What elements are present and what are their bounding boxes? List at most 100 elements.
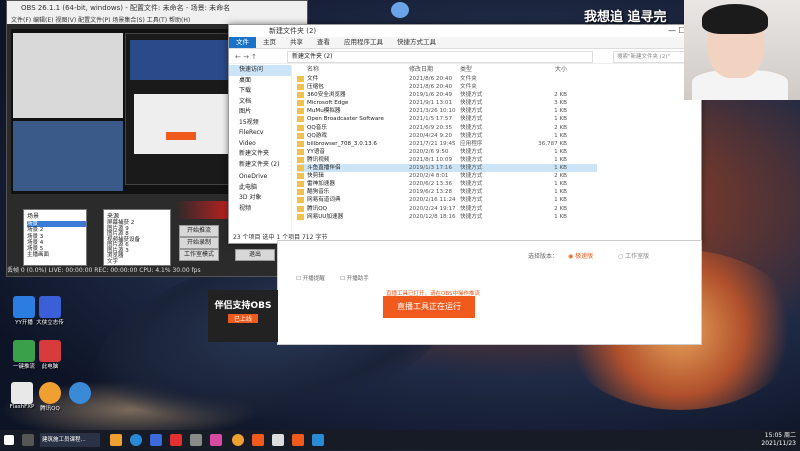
file-row[interactable]: QQ音乐 2021/6/9 20:35 快捷方式 2 KB: [297, 124, 597, 132]
start-recording-button[interactable]: 开始录制: [179, 237, 219, 249]
exit-button[interactable]: 退出: [235, 249, 275, 261]
file-type: 快捷方式: [460, 173, 483, 180]
app-icon[interactable]: [312, 434, 324, 446]
file-size: 36,787 KB: [538, 140, 567, 147]
source-item[interactable]: 文字: [107, 259, 170, 266]
file-row[interactable]: QQ游戏 2020/4/24 9:20 快捷方式 1 KB: [297, 132, 597, 140]
desktop-icon-computer[interactable]: 此电脑: [32, 340, 68, 370]
obs-ad[interactable]: 伴侣支持OBS 已上线: [208, 290, 278, 342]
file-date: 2021/1/5 17:57: [409, 116, 453, 123]
sidebar-item[interactable]: 文档: [229, 97, 291, 108]
desktop-icon-browser[interactable]: [62, 382, 91, 404]
app-icon[interactable]: [210, 434, 222, 446]
file-name: 网易UU加速器: [307, 213, 344, 220]
file-row[interactable]: Open Broadcaster Software 2021/1/5 17:57 快…: [297, 115, 597, 123]
taskbar-app-label[interactable]: 建筑施工员课程...: [40, 433, 100, 447]
file-row[interactable]: 360安全浏览器 2019/1/6 20:49 快捷方式 2 KB: [297, 91, 597, 99]
sidebar-item-quick-access[interactable]: 快速访问: [229, 65, 291, 76]
sidebar-item[interactable]: 新建文件夹: [229, 149, 291, 160]
file-row[interactable]: 网易有道词典 2020/2/16 11:24 快捷方式 1 KB: [297, 196, 597, 204]
file-row[interactable]: 网易UU加速器 2020/12/8 18:16 快捷方式 1 KB: [297, 213, 597, 221]
file-row[interactable]: Microsoft Edge 2021/9/1 13:01 快捷方式 3 KB: [297, 99, 597, 107]
column-name[interactable]: 名称: [307, 65, 407, 75]
column-headers[interactable]: 名称 修改日期 类型 大小: [297, 65, 597, 75]
studio-mode-button[interactable]: 工作室模式: [179, 249, 219, 261]
webcam-overlay: [684, 0, 800, 100]
tab-file[interactable]: 文件: [229, 37, 256, 48]
file-row[interactable]: 酷狗音乐 2019/6/2 13:28 快捷方式 1 KB: [297, 188, 597, 196]
start-streaming-button[interactable]: 开始推流: [179, 225, 219, 237]
source-list[interactable]: 屏幕捕获 2 图片源 9 图片源 8 视频捕获设备 图片源 6 图片源 3 浏览…: [104, 220, 170, 266]
file-row[interactable]: MuMu模拟器 2021/3/26 10:10 快捷方式 1 KB: [297, 107, 597, 115]
tab-view[interactable]: 查看: [310, 37, 337, 48]
file-size: 1 KB: [554, 165, 567, 172]
sidebar-item[interactable]: 视频: [229, 204, 291, 215]
tab-home[interactable]: 主页: [256, 37, 283, 48]
file-type: 快捷方式: [460, 197, 483, 204]
sidebar-item[interactable]: 新建文件夹 (2): [229, 160, 291, 171]
column-date[interactable]: 修改日期: [409, 65, 464, 75]
file-row[interactable]: 斗鱼直播伴侣 2019/1/3 17:16 快捷方式 1 KB: [297, 164, 597, 173]
taskbar[interactable]: 建筑施工员课程... 15:05 周二 2021/11/23: [0, 430, 800, 450]
desktop-icon-game[interactable]: 大侠立志传: [32, 296, 68, 326]
preview-block: [130, 40, 230, 80]
tab-share[interactable]: 共享: [283, 37, 310, 48]
file-date: 2021/8/6 20:40: [409, 84, 453, 91]
file-row[interactable]: 雷神加速器 2020/6/2 13:36 快捷方式 1 KB: [297, 180, 597, 188]
scene-item[interactable]: 主播画面: [27, 252, 86, 258]
obs-icon[interactable]: [232, 434, 244, 446]
nav-arrows-icon[interactable]: ← → ↑: [235, 53, 257, 61]
explorer-window[interactable]: 新建文件夹 (2) — ☐ ✕ 文件 主页 共享 查看 应用程序工具 快捷方式工具 ← →…: [228, 24, 702, 244]
sidebar-item[interactable]: Video: [229, 139, 291, 150]
shortcut-icon: [297, 189, 304, 196]
media-icon[interactable]: [170, 434, 182, 446]
app-icon[interactable]: [252, 434, 264, 446]
option-fast[interactable]: ◉ 极速版: [568, 251, 593, 260]
ribbon-tabs[interactable]: 文件 主页 共享 查看 应用程序工具 快捷方式工具: [229, 37, 701, 49]
system-clock[interactable]: 15:05 周二 2021/11/23: [761, 432, 796, 448]
sidebar-item-this-pc[interactable]: 此电脑: [229, 183, 291, 194]
nav-pane[interactable]: 快速访问 桌面 下载 文档 图片 15视频 FileRecv Video 新建文…: [229, 65, 292, 231]
sidebar-item[interactable]: 3D 对象: [229, 193, 291, 204]
sidebar-item-onedrive[interactable]: OneDrive: [229, 172, 291, 183]
sidebar-item[interactable]: 下载: [229, 86, 291, 97]
file-row[interactable]: YY语音 2020/2/6 9:50 快捷方式 1 KB: [297, 148, 597, 156]
column-type[interactable]: 类型: [460, 65, 505, 75]
folder-icon[interactable]: [110, 434, 122, 446]
start-icon[interactable]: [4, 435, 14, 445]
sources-panel[interactable]: 来源 屏幕捕获 2 图片源 9 图片源 8 视频捕获设备 图片源 6 图片源 3…: [103, 209, 171, 266]
obs-menubar[interactable]: 文件(F) 编辑(E) 视图(V) 配置文件(P) 场景集合(S) 工具(T) …: [7, 15, 307, 24]
file-list[interactable]: 名称 修改日期 类型 大小 文件 2021/8/6 20:40 文件夹 压缩包 2021…: [297, 65, 597, 221]
file-date: 2021/8/6 20:40: [409, 76, 453, 82]
file-row[interactable]: 压缩包 2021/8/6 20:40 文件夹: [297, 83, 597, 91]
file-row[interactable]: 腾讯QQ 2020/2/24 19:17 快捷方式 2 KB: [297, 205, 597, 213]
sidebar-item[interactable]: FileRecv: [229, 128, 291, 139]
scene-list[interactable]: 场景 场景 2 场景 3 场景 4 场景 5 主播画面: [24, 221, 86, 259]
sidebar-item[interactable]: 15视频: [229, 118, 291, 129]
app-icon[interactable]: [150, 434, 162, 446]
live-tool-page[interactable]: 选择版本： ◉ 极速版 ○ 工作室版 ☐ 开播提醒 ☐ 开播助手 直播工具已打开…: [277, 240, 702, 345]
address-bar[interactable]: 新建文件夹 (2): [287, 51, 593, 63]
file-row[interactable]: 文件 2021/8/6 20:40 文件夹: [297, 75, 597, 83]
file-rows[interactable]: 文件 2021/8/6 20:40 文件夹 压缩包 2021/8/6 20:40 文件夹 3…: [297, 75, 597, 221]
file-row[interactable]: 快剪辑 2020/2/4 8:01 快捷方式 2 KB: [297, 172, 597, 180]
sidebar-item[interactable]: 桌面: [229, 76, 291, 87]
search-icon[interactable]: [22, 434, 34, 446]
column-size[interactable]: 大小: [507, 65, 567, 75]
checkbox-remind[interactable]: ☐ 开播提醒: [296, 274, 325, 282]
option-studio[interactable]: ○ 工作室版: [618, 251, 649, 260]
edge-icon[interactable]: [130, 434, 142, 446]
app-icon[interactable]: [292, 434, 304, 446]
checkbox-helper[interactable]: ☐ 开播助手: [340, 274, 369, 282]
app-icon[interactable]: [190, 434, 202, 446]
file-size: 1 KB: [554, 116, 567, 123]
file-row[interactable]: 腾讯视频 2021/8/1 10:09 快捷方式 1 KB: [297, 156, 597, 164]
run-tool-button[interactable]: 直播工具正在运行: [383, 296, 475, 318]
tab-shortcut-tools[interactable]: 快捷方式工具: [390, 37, 443, 48]
explorer-titlebar: 新建文件夹 (2) — ☐ ✕: [229, 25, 701, 37]
app-icon[interactable]: [272, 434, 284, 446]
scenes-panel[interactable]: 场景 场景 场景 2 场景 3 场景 4 场景 5 主播画面: [23, 209, 87, 266]
file-row[interactable]: bilibrowser_708_3.0.13.6 2021/7/21 19:45 应…: [297, 140, 597, 148]
tab-app-tools[interactable]: 应用程序工具: [337, 37, 390, 48]
sidebar-item[interactable]: 图片: [229, 107, 291, 118]
